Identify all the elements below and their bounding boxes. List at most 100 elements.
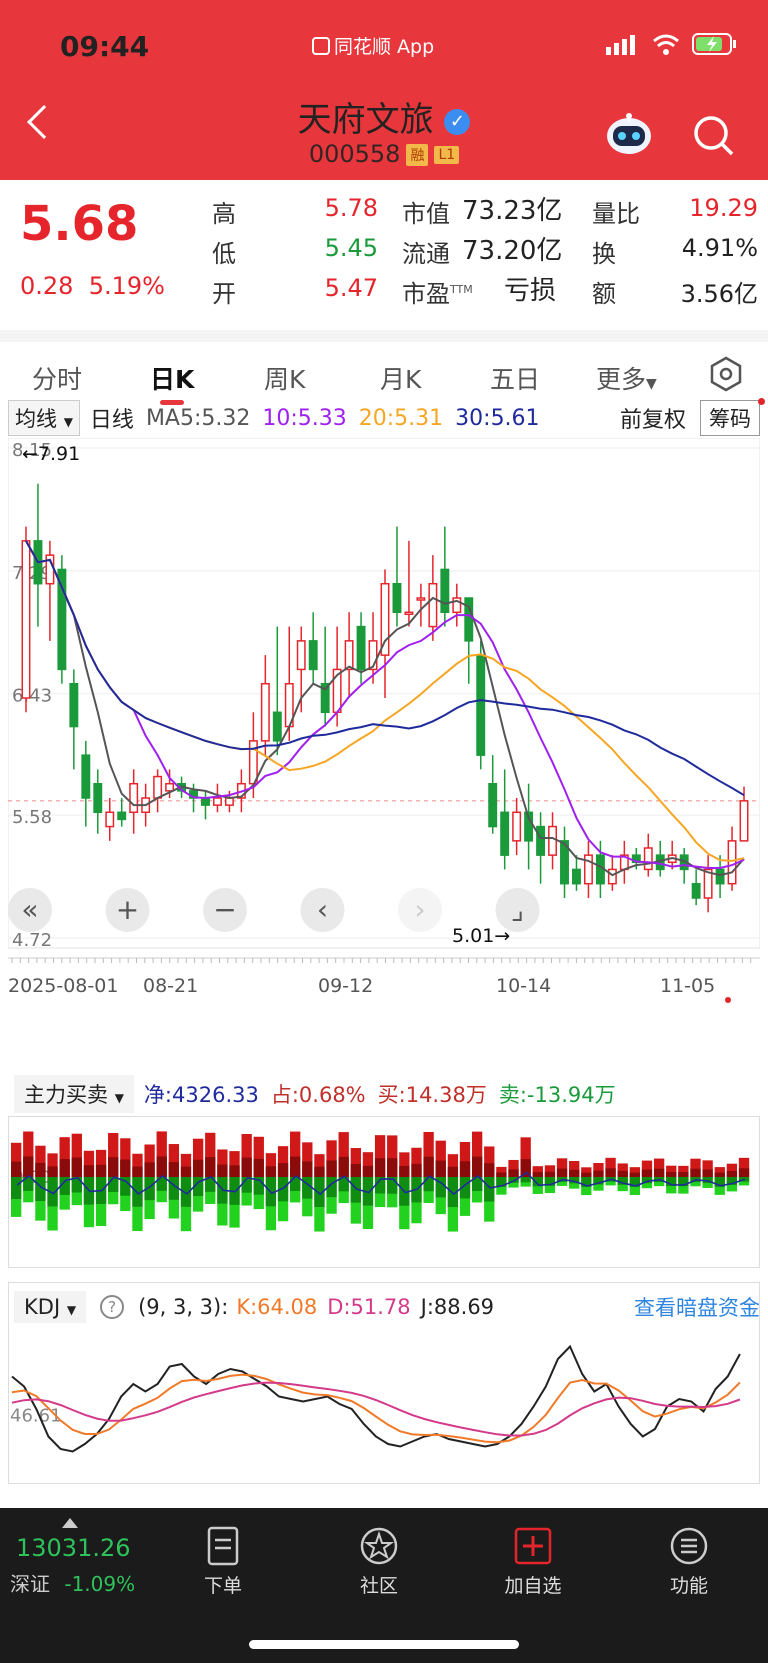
- tab-weekly-k[interactable]: 周K: [264, 360, 305, 396]
- buy-bar-big: [302, 1161, 313, 1177]
- x-tick-label: 08-21: [143, 975, 198, 997]
- prev-icon[interactable]: ‹: [300, 888, 345, 932]
- search-icon[interactable]: [692, 114, 736, 158]
- kline-chart[interactable]: 8.157.296.435.584.72←7.915.01→« + − ‹ › ⌟2025…: [8, 438, 760, 1006]
- buy-bar-big: [265, 1166, 277, 1177]
- index-value[interactable]: 13031.26: [16, 1534, 131, 1562]
- candle-body: [117, 811, 127, 821]
- buy-bar-big: [59, 1159, 70, 1177]
- add-watchlist-label: 加自选: [504, 1575, 562, 1597]
- buy-bar-big: [738, 1168, 750, 1177]
- buy-bar-big: [338, 1156, 349, 1177]
- buy-bar-big: [471, 1156, 483, 1177]
- buy-bar-big: [108, 1157, 119, 1177]
- high-label: 高: [212, 200, 236, 228]
- tab-monthly-k[interactable]: 月K: [380, 360, 421, 396]
- tab-intraday[interactable]: 分时: [32, 360, 82, 396]
- settings-hexagon-icon[interactable]: [708, 356, 744, 392]
- functions-tab[interactable]: 功能: [644, 1526, 734, 1598]
- buy-bar-big: [653, 1168, 665, 1177]
- candle-body: [691, 882, 701, 899]
- signal-icon: [606, 35, 635, 55]
- candle-body: [69, 682, 79, 728]
- status-icons: [606, 32, 738, 56]
- y-tick-label: 6.43: [12, 686, 52, 707]
- prev-icon-glyph: ‹: [317, 893, 328, 926]
- kdj-legend: KDJ ▼ ? (9, 3, 3): K:64.08 D:51.78 J:88.…: [14, 1288, 760, 1326]
- candle-body: [81, 754, 91, 799]
- ma10-value: 10:5.33: [262, 405, 347, 431]
- x-tick-label: 10-14: [496, 975, 551, 997]
- high-value: 5.78: [324, 194, 378, 222]
- candle-body: [392, 582, 402, 614]
- kdj-selector[interactable]: KDJ ▼: [14, 1291, 87, 1323]
- zoom-in-icon[interactable]: +: [105, 888, 150, 932]
- verified-icon: ✓: [444, 109, 471, 135]
- candle-body: [607, 868, 617, 885]
- candle-body: [212, 797, 222, 806]
- buy-bar-big: [83, 1165, 95, 1177]
- rewind-icon-glyph: «: [21, 893, 38, 926]
- buy-bar-big: [423, 1156, 434, 1177]
- candle-body: [153, 775, 163, 799]
- fullscreen-icon[interactable]: ⌟: [495, 888, 540, 932]
- sell-bar-big: [290, 1177, 301, 1191]
- buy-bar-big: [605, 1168, 616, 1177]
- kdj-k: K:64.08: [236, 1295, 318, 1319]
- add-icon: [514, 1527, 552, 1565]
- fullscreen-icon-glyph: ⌟: [511, 893, 524, 926]
- buy-bar-big: [714, 1172, 725, 1177]
- index-info[interactable]: 深证 -1.09%: [10, 1568, 135, 1597]
- buy-bar-big: [229, 1165, 240, 1177]
- period-label: 日线: [89, 408, 134, 433]
- buy-bar-big: [253, 1158, 264, 1177]
- status-time: 09:44: [60, 30, 150, 63]
- buy-bar-big: [132, 1166, 143, 1177]
- rewind-icon[interactable]: «: [8, 888, 52, 932]
- help-icon[interactable]: ?: [100, 1295, 125, 1319]
- robot-assistant-icon[interactable]: [604, 112, 654, 156]
- candle-body: [404, 611, 414, 616]
- add-watchlist-tab[interactable]: 加自选: [488, 1526, 578, 1598]
- next-icon[interactable]: ›: [398, 888, 442, 932]
- tab-daily-k[interactable]: 日K: [150, 360, 194, 396]
- community-label: 社区: [359, 1575, 398, 1597]
- mainforce-net: 净:4326.33: [143, 1083, 259, 1107]
- candle-body: [201, 797, 210, 806]
- ma-selector[interactable]: 均线 ▼: [8, 400, 80, 436]
- kdj-chart[interactable]: 46.61: [8, 1326, 760, 1482]
- buy-bar-big: [362, 1165, 374, 1177]
- zoom-out-icon[interactable]: −: [203, 888, 247, 932]
- buy-bar-big: [180, 1166, 192, 1177]
- sell-bar-big: [520, 1177, 531, 1183]
- tab-more[interactable]: 更多▼: [596, 360, 657, 396]
- buy-bar-big: [326, 1160, 337, 1177]
- mainforce-chart[interactable]: 0.00: [8, 1116, 760, 1268]
- open-label: 开: [212, 280, 236, 308]
- functions-label: 功能: [669, 1575, 708, 1597]
- order-tab[interactable]: 下单: [178, 1526, 268, 1598]
- candle-body: [476, 654, 486, 756]
- chips-button[interactable]: 筹码: [700, 400, 760, 436]
- buy-bar-big: [496, 1172, 507, 1177]
- candle-body: [643, 847, 653, 871]
- buy-bar-big: [411, 1163, 422, 1177]
- dropdown-icon: ▼: [646, 376, 657, 392]
- candle-body: [296, 640, 306, 671]
- mainforce-buy: 买:14.38万: [377, 1083, 487, 1107]
- dark-pool-link[interactable]: 查看暗盘资金: [634, 1292, 760, 1322]
- sell-bar-big: [302, 1177, 313, 1199]
- community-icon: [360, 1527, 398, 1565]
- sell-bar-big: [423, 1177, 434, 1192]
- mainforce-selector[interactable]: 主力买卖 ▼: [14, 1075, 134, 1113]
- battery-icon: [692, 33, 736, 55]
- margin-tag: 融: [406, 144, 429, 166]
- adjust-toggle[interactable]: 前复权: [620, 402, 686, 434]
- candle-body: [739, 800, 749, 842]
- buy-bar-big: [144, 1162, 155, 1177]
- chart-frame: [8, 438, 760, 949]
- mcap-value: 73.23亿: [462, 196, 563, 226]
- community-tab[interactable]: 社区: [334, 1526, 424, 1598]
- tab-five-day[interactable]: 五日: [490, 360, 540, 396]
- price-change: 0.28 5.19%: [20, 272, 165, 300]
